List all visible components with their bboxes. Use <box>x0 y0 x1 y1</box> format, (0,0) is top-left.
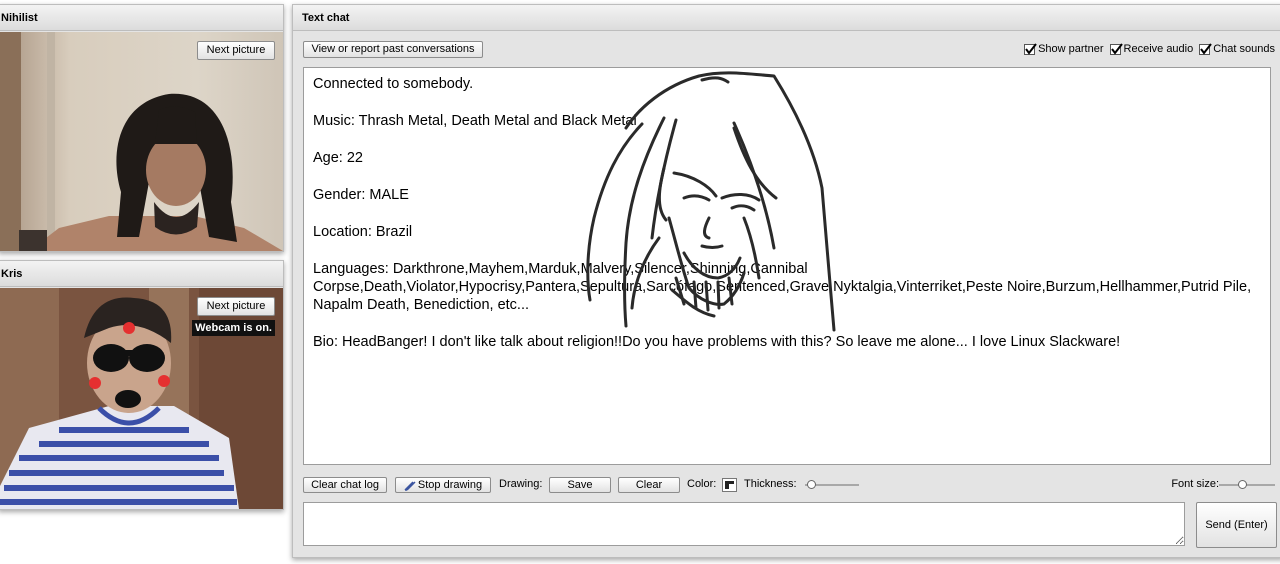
checkmark-icon <box>1110 42 1123 55</box>
partner-video-panel: Nihilist Next picture <box>0 4 284 252</box>
receive-audio-label: Receive audio <box>1123 43 1194 55</box>
drawing-canvas[interactable] <box>304 68 1270 464</box>
show-partner-option[interactable]: Show partner <box>1024 42 1104 55</box>
view-past-conversations-button[interactable]: View or report past conversations <box>303 41 483 58</box>
webcam-status-badge: Webcam is on. <box>192 320 275 336</box>
chat-sounds-option[interactable]: Chat sounds <box>1199 42 1275 55</box>
thickness-label: Thickness: <box>744 478 797 490</box>
chat-panel-title: Text chat <box>293 5 1280 31</box>
drawing-save-button[interactable]: Save <box>549 477 611 493</box>
message-input[interactable] <box>303 502 1185 546</box>
partner-video: Next picture <box>0 32 283 251</box>
font-size-slider[interactable] <box>1219 480 1275 489</box>
partner-video-frame <box>0 32 283 251</box>
thickness-slider[interactable] <box>805 480 859 489</box>
send-button[interactable]: Send (Enter) <box>1196 502 1277 548</box>
pencil-icon <box>404 481 416 491</box>
self-video: Next picture Webcam is on. <box>0 288 283 509</box>
show-partner-checkbox[interactable] <box>1024 42 1037 55</box>
font-size-label: Font size: <box>1171 478 1219 490</box>
self-video-panel: Kris Next picture Webcam is on. <box>0 260 284 510</box>
receive-audio-option[interactable]: Receive audio <box>1109 42 1194 55</box>
drawing-label: Drawing: <box>499 478 543 490</box>
stop-drawing-button[interactable]: Stop drawing <box>395 477 491 493</box>
stop-drawing-label: Stop drawing <box>417 479 483 491</box>
self-name: Kris <box>0 261 283 287</box>
color-swatch-icon[interactable] <box>722 478 737 492</box>
font-size-slider-knob[interactable] <box>1237 480 1247 489</box>
chat-log[interactable]: Connected to somebody. Music: Thrash Met… <box>303 67 1271 465</box>
show-partner-label: Show partner <box>1038 43 1104 55</box>
chat-sounds-label: Chat sounds <box>1213 43 1275 55</box>
clear-chat-log-button[interactable]: Clear chat log <box>303 477 387 493</box>
drawing-clear-button[interactable]: Clear <box>618 477 680 493</box>
thickness-slider-knob[interactable] <box>807 480 817 489</box>
checkmark-icon <box>1025 42 1037 55</box>
partner-name: Nihilist <box>0 5 283 31</box>
color-label: Color: <box>687 478 717 490</box>
text-chat-panel: Text chat View or report past conversati… <box>292 4 1280 558</box>
chat-sounds-checkbox[interactable] <box>1199 42 1213 55</box>
chat-options: Show partner Receive audio Chat sounds <box>1024 42 1275 55</box>
checkmark-icon <box>1200 42 1213 55</box>
self-next-picture-button[interactable]: Next picture <box>197 297 275 316</box>
partner-next-picture-button[interactable]: Next picture <box>197 41 275 60</box>
chat-toolbar: Clear chat log Stop drawing Drawing: Sav… <box>303 477 1275 495</box>
receive-audio-checkbox[interactable] <box>1109 42 1123 55</box>
